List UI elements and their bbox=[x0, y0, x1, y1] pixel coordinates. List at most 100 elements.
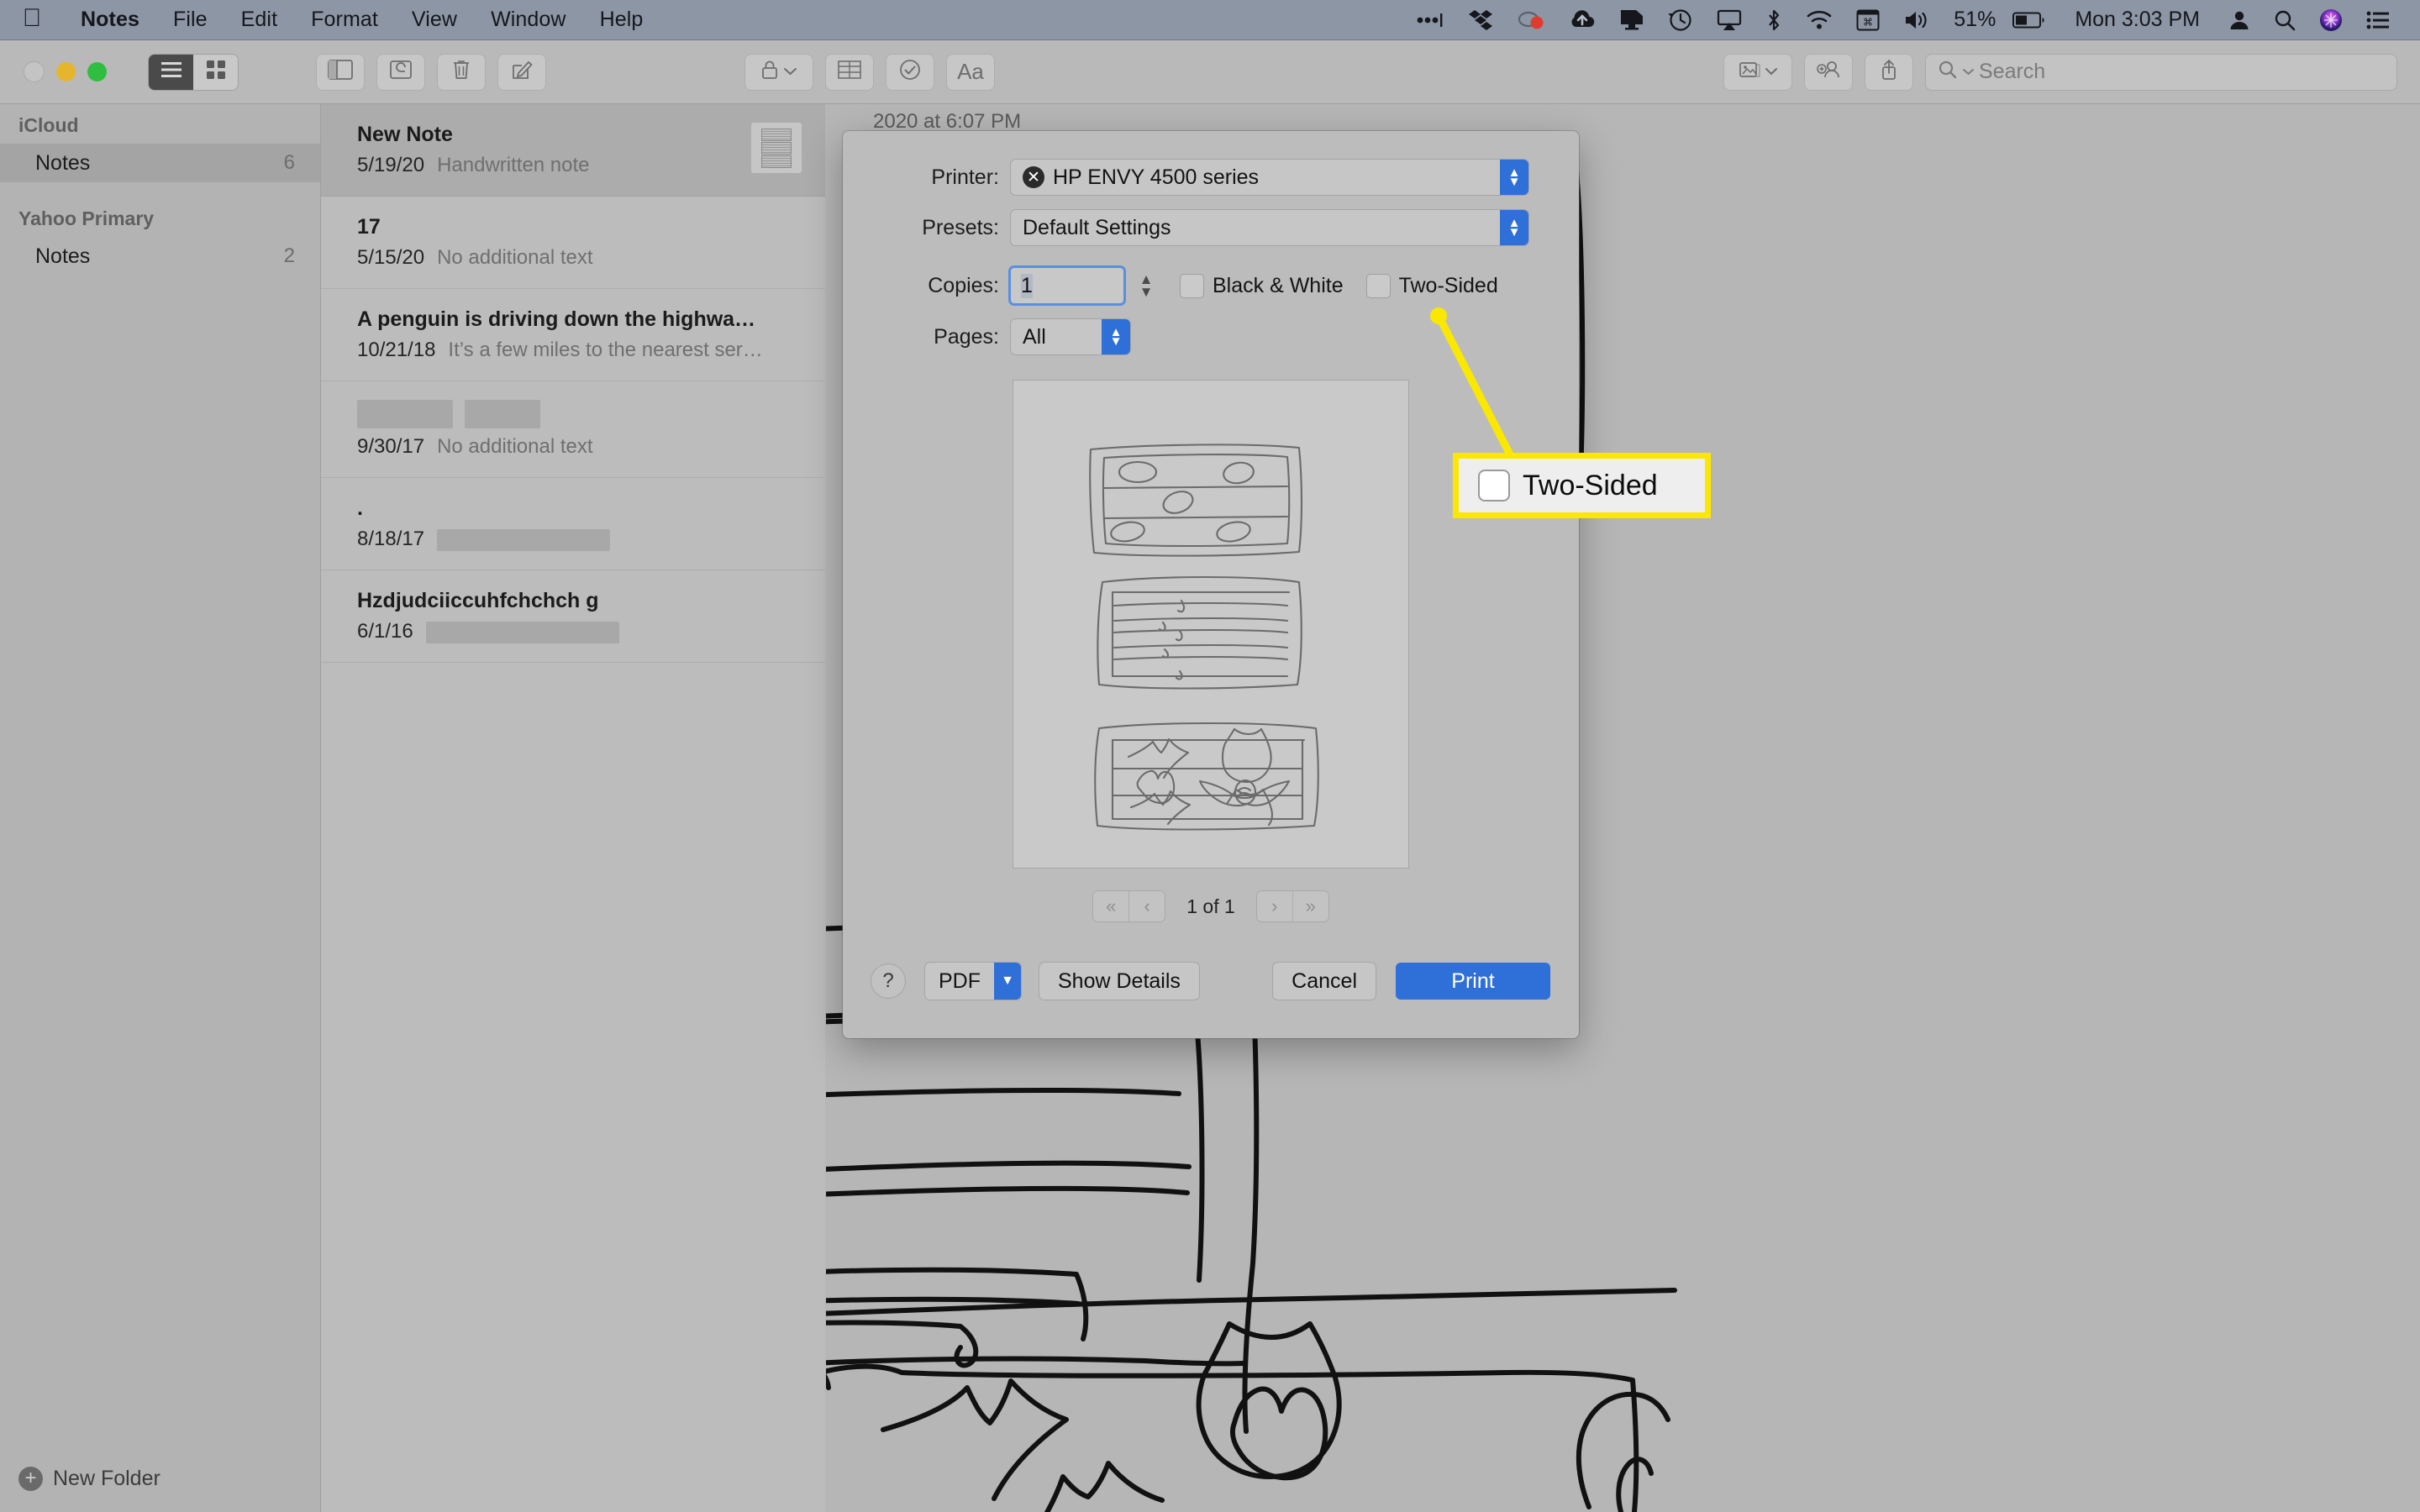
help-button[interactable]: ? bbox=[871, 964, 905, 998]
bluetooth-icon[interactable] bbox=[1754, 0, 1794, 40]
new-folder-label: New Folder bbox=[53, 1466, 160, 1490]
dropbox-icon[interactable] bbox=[1456, 0, 1505, 40]
note-snippet: No additional text bbox=[437, 246, 593, 269]
next-page-button[interactable]: › bbox=[1256, 891, 1292, 921]
airplay-icon[interactable] bbox=[1705, 0, 1754, 40]
menu-item-notes[interactable]: Notes bbox=[64, 8, 156, 32]
close-button[interactable] bbox=[24, 61, 45, 82]
toolbar-left-group bbox=[303, 54, 545, 90]
apple-logo-icon[interactable]:  bbox=[0, 5, 64, 34]
menu-item-edit[interactable]: Edit bbox=[224, 8, 294, 32]
note-list-item[interactable]: 9/30/17 No additional text bbox=[321, 381, 825, 478]
list-icon bbox=[160, 61, 182, 82]
pdf-button[interactable]: PDF ▼ bbox=[925, 963, 1021, 1000]
lock-icon bbox=[761, 60, 778, 84]
wifi-icon[interactable] bbox=[1794, 0, 1844, 40]
note-snippet-redacted bbox=[437, 528, 611, 551]
checklist-button[interactable] bbox=[886, 54, 934, 90]
previous-page-button[interactable]: ‹ bbox=[1128, 891, 1165, 921]
share-button[interactable] bbox=[1865, 54, 1912, 90]
battery-icon[interactable] bbox=[2001, 0, 2058, 40]
pages-select[interactable]: All ▲ ▼ bbox=[1011, 319, 1130, 354]
add-people-button[interactable] bbox=[1805, 54, 1852, 90]
note-subtitle: 6/1/16 bbox=[357, 620, 800, 643]
ellipsis-icon[interactable] bbox=[1404, 0, 1456, 40]
time-machine-icon[interactable] bbox=[1656, 0, 1705, 40]
sidebar-group-header-yahoo: Yahoo Primary bbox=[18, 207, 155, 229]
copies-stepper[interactable]: ▲ ▼ bbox=[1135, 267, 1157, 304]
minimize-button[interactable] bbox=[56, 62, 76, 81]
black-and-white-checkbox-row[interactable]: Black & White bbox=[1181, 274, 1344, 298]
new-folder-button[interactable]: + New Folder bbox=[0, 1445, 320, 1512]
sidebar-toggle-button[interactable] bbox=[317, 54, 364, 90]
gallery-view-button[interactable] bbox=[193, 54, 238, 90]
print-pager: « ‹ 1 of 1 › » bbox=[843, 891, 1579, 921]
control-center-icon[interactable] bbox=[2354, 0, 2402, 40]
note-snippet-redacted bbox=[425, 620, 619, 643]
media-button[interactable] bbox=[1724, 54, 1791, 90]
notes-window: Aa Search iCloud Notes 6 Yahoo Primary N… bbox=[0, 40, 2420, 1512]
chevron-updown-icon[interactable]: ▲ ▼ bbox=[1102, 319, 1130, 354]
menu-item-file[interactable]: File bbox=[156, 8, 224, 32]
volume-icon[interactable] bbox=[1891, 0, 1942, 40]
share-icon bbox=[1880, 59, 1898, 85]
note-list-item[interactable]: Hzdjudciiccuhfchchch g 6/1/16 bbox=[321, 570, 825, 663]
sidebar-item-yahoo-notes[interactable]: Notes 2 bbox=[0, 237, 320, 276]
first-page-button[interactable]: « bbox=[1093, 891, 1129, 921]
chevron-updown-icon[interactable]: ▲ ▼ bbox=[1500, 210, 1528, 245]
display-icon[interactable] bbox=[1607, 0, 1656, 40]
note-list-item[interactable]: New Note 5/19/20 Handwritten note bbox=[321, 104, 825, 197]
zoom-button[interactable] bbox=[87, 62, 107, 81]
printer-select[interactable]: ✕ HP ENVY 4500 series ▲ ▼ bbox=[1011, 160, 1528, 195]
menu-item-help[interactable]: Help bbox=[583, 8, 660, 32]
cloud-upload-icon[interactable] bbox=[1557, 0, 1607, 40]
print-button[interactable]: Print bbox=[1396, 963, 1550, 1000]
chevron-down-icon[interactable]: ▼ bbox=[994, 963, 1021, 1000]
search-input[interactable]: Search bbox=[1926, 54, 2396, 90]
attachments-button[interactable] bbox=[377, 54, 424, 90]
presets-value: Default Settings bbox=[1023, 215, 1171, 239]
siri-icon[interactable] bbox=[2307, 0, 2354, 40]
menu-item-format[interactable]: Format bbox=[294, 8, 395, 32]
page-status: 1 of 1 bbox=[1186, 895, 1235, 917]
note-list-item[interactable]: . 8/18/17 bbox=[321, 478, 825, 570]
presets-row: Presets: Default Settings ▲ ▼ bbox=[843, 210, 1579, 245]
black-and-white-checkbox[interactable] bbox=[1181, 274, 1203, 297]
search-chevron-icon[interactable] bbox=[1963, 65, 1974, 80]
presets-select[interactable]: Default Settings ▲ ▼ bbox=[1011, 210, 1528, 245]
new-note-button[interactable] bbox=[498, 54, 545, 90]
menu-item-view[interactable]: View bbox=[395, 8, 474, 32]
note-subtitle: 5/15/20 No additional text bbox=[357, 246, 800, 270]
menu-bar-clock[interactable]: Mon 3:03 PM bbox=[2058, 8, 2217, 32]
aa-text-icon: Aa bbox=[957, 59, 984, 84]
cloud-record-icon[interactable] bbox=[1505, 0, 1557, 40]
notes-list[interactable]: New Note 5/19/20 Handwritten note 17 5/1… bbox=[321, 104, 825, 1512]
keyboard-shortcut-icon[interactable]: ⌘ bbox=[1844, 0, 1891, 40]
list-view-button[interactable] bbox=[149, 54, 193, 90]
format-button[interactable]: Aa bbox=[947, 54, 994, 90]
battery-percent[interactable]: 51% bbox=[1942, 8, 2001, 32]
note-list-item[interactable]: 17 5/15/20 No additional text bbox=[321, 197, 825, 289]
show-details-button[interactable]: Show Details bbox=[1039, 963, 1199, 1000]
two-sided-callout: Two-Sided bbox=[1453, 453, 1711, 518]
copies-input[interactable]: 1 bbox=[1011, 268, 1123, 303]
printer-status-icon: ✕ bbox=[1023, 166, 1044, 188]
last-page-button[interactable]: » bbox=[1292, 891, 1328, 921]
table-button[interactable] bbox=[826, 54, 873, 90]
plus-circle-icon: + bbox=[18, 1466, 43, 1491]
delete-note-button[interactable] bbox=[438, 54, 485, 90]
user-account-icon[interactable] bbox=[2217, 0, 2262, 40]
chevron-updown-icon[interactable]: ▲ ▼ bbox=[1500, 160, 1528, 195]
cancel-button[interactable]: Cancel bbox=[1273, 963, 1376, 1000]
note-date: 8/18/17 bbox=[357, 528, 425, 550]
note-title-redacted bbox=[357, 400, 800, 428]
sidebar-item-icloud-notes[interactable]: Notes 6 bbox=[0, 144, 320, 182]
sidebar: iCloud Notes 6 Yahoo Primary Notes 2 + N… bbox=[0, 104, 321, 1512]
search-icon[interactable] bbox=[2262, 0, 2307, 40]
note-subtitle: 8/18/17 bbox=[357, 528, 800, 551]
view-mode-segmented-control bbox=[149, 54, 238, 90]
note-list-item[interactable]: A penguin is driving down the highwa… 10… bbox=[321, 289, 825, 381]
note-title: 17 bbox=[357, 215, 381, 239]
menu-item-window[interactable]: Window bbox=[474, 8, 583, 32]
lock-note-button[interactable] bbox=[745, 54, 813, 90]
